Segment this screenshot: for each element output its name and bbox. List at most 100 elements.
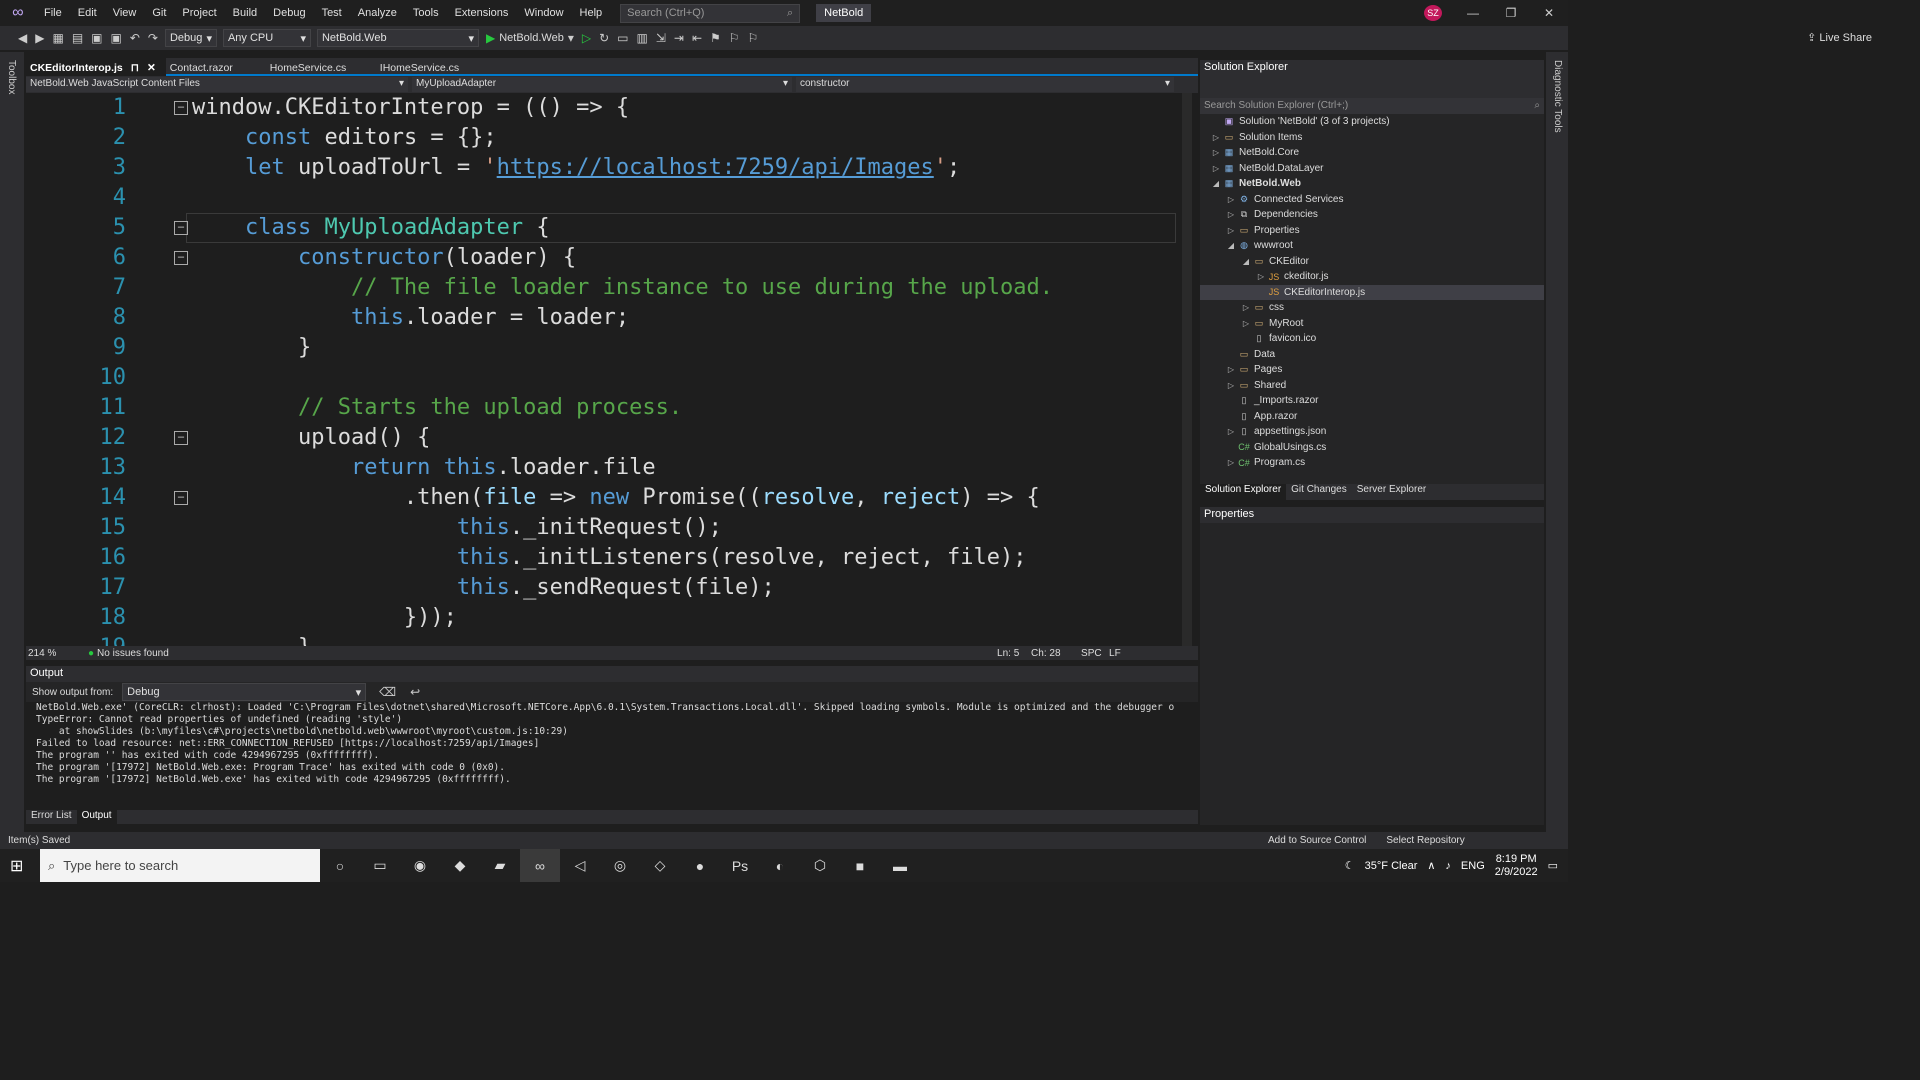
word-wrap-icon[interactable]: ↩ [410, 685, 420, 699]
code-line[interactable]: 11 // Starts the upload process. [26, 393, 1176, 423]
tree-item[interactable]: ▷ ▦ NetBold.Core [1200, 145, 1544, 161]
menu-tools[interactable]: Tools [405, 7, 447, 19]
outdent-icon[interactable]: ⇤ [692, 31, 702, 45]
output-line[interactable]: Failed to load resource: net::ERR_CONNEC… [26, 738, 1198, 750]
redo-icon[interactable]: ↷ [148, 31, 158, 45]
code-line[interactable]: 12− upload() { [26, 423, 1176, 453]
close-icon[interactable]: ✕ [147, 62, 156, 74]
collapse-icon[interactable]: − [174, 221, 188, 235]
code-line[interactable]: 15 this._initRequest(); [26, 513, 1176, 543]
tree-item[interactable]: JS CKEditorInterop.js [1200, 284, 1544, 300]
app-icon[interactable]: ⬡ [800, 849, 840, 882]
code-line[interactable]: 2 const editors = {}; [26, 123, 1176, 153]
collapse-icon[interactable]: − [174, 491, 188, 505]
tree-item[interactable]: ◢ ▦ NetBold.Web [1200, 176, 1544, 192]
code-line[interactable]: 14− .then(file => new Promise((resolve, … [26, 483, 1176, 513]
tree-item[interactable]: ▣ Solution 'NetBold' (3 of 3 projects) [1200, 114, 1544, 130]
visual-studio-logo-icon[interactable]: ∞ [0, 4, 36, 22]
run-without-debug-icon[interactable]: ▷ [582, 31, 591, 45]
tab-homeservice[interactable]: HomeService.cs [266, 58, 376, 76]
code-line[interactable]: 1− window.CKEditorInterop = (() => { [26, 93, 1176, 123]
visual-studio-icon[interactable]: ∞ [520, 849, 560, 882]
menu-analyze[interactable]: Analyze [350, 7, 405, 19]
vscode-icon[interactable]: ◁ [560, 849, 600, 882]
github-icon[interactable]: ◎ [600, 849, 640, 882]
tree-item[interactable]: ▷ ▦ NetBold.DataLayer [1200, 161, 1544, 177]
bookmark-prev-icon[interactable]: ⚐ [729, 31, 740, 45]
code-line[interactable]: 16 this._initListeners(resolve, reject, … [26, 543, 1176, 573]
windows-start-icon[interactable]: ⊞ [10, 856, 23, 876]
tab-git-changes[interactable]: Git Changes [1286, 484, 1352, 500]
expand-arrow-icon[interactable]: ▷ [1225, 226, 1237, 235]
code-line[interactable]: 3 let uploadToUrl = 'https://localhost:7… [26, 153, 1176, 183]
browser-link-icon[interactable]: ▭ [617, 31, 628, 45]
minimize-icon[interactable]: — [1454, 6, 1492, 20]
bookmark-next-icon[interactable]: ⚐ [748, 31, 759, 45]
menu-view[interactable]: View [105, 7, 145, 19]
tab-ckeditorinterop[interactable]: CKEditorInterop.js ⊓ ✕ [26, 58, 166, 76]
avatar[interactable]: SZ [1424, 5, 1442, 21]
tab-output[interactable]: Output [76, 810, 117, 824]
chrome-icon[interactable]: ◉ [400, 849, 440, 882]
undo-icon[interactable]: ↶ [130, 31, 140, 45]
clock-date[interactable]: 2/9/2022 [1495, 866, 1538, 879]
code-line[interactable]: 17 this._sendRequest(file); [26, 573, 1176, 603]
scope-dropdown[interactable]: MyUploadAdapter ▾ [412, 77, 792, 92]
code-line[interactable]: 7 // The file loader instance to use dur… [26, 273, 1176, 303]
menu-build[interactable]: Build [225, 7, 265, 19]
open-icon[interactable]: ▤ [72, 31, 83, 45]
step-icon[interactable]: ⇲ [656, 31, 666, 45]
tree-item[interactable]: ▷ ▭ Properties [1200, 223, 1544, 239]
clear-all-icon[interactable]: ⌫ [379, 685, 396, 699]
expand-arrow-icon[interactable]: ▷ [1240, 319, 1252, 328]
add-to-source-control-button[interactable]: Add to Source Control [1268, 835, 1366, 846]
code-line[interactable]: 6− constructor(loader) { [26, 243, 1176, 273]
tree-item[interactable]: ▷ ▭ css [1200, 300, 1544, 316]
tree-item[interactable]: ▭ Data [1200, 347, 1544, 363]
indent-mode[interactable]: SPC [1081, 648, 1109, 659]
code-line[interactable]: 18 })); [26, 603, 1176, 633]
diagnostic-tools-strip[interactable]: Diagnostic Tools [1546, 52, 1568, 832]
forward-icon[interactable]: ▶ [35, 31, 44, 45]
cortana-icon[interactable]: ○ [320, 849, 360, 882]
expand-arrow-icon[interactable]: ◢ [1210, 179, 1222, 188]
language-indicator[interactable]: ENG [1461, 860, 1485, 872]
menu-window[interactable]: Window [516, 7, 571, 19]
minecraft-icon[interactable]: ■ [840, 849, 880, 882]
run-icon[interactable]: ▶ [486, 31, 495, 45]
code-line[interactable]: 8 this.loader = loader; [26, 303, 1176, 333]
chevron-down-icon[interactable]: ▾ [568, 31, 574, 45]
solution-search-input[interactable]: Search Solution Explorer (Ctrl+;) ⌕ [1200, 98, 1544, 114]
vertical-scrollbar[interactable] [1182, 93, 1192, 646]
expand-arrow-icon[interactable]: ◢ [1225, 241, 1237, 250]
back-icon[interactable]: ◀ [18, 31, 27, 45]
menu-help[interactable]: Help [572, 7, 611, 19]
expand-arrow-icon[interactable]: ▷ [1255, 272, 1267, 281]
expand-arrow-icon[interactable]: ▷ [1225, 427, 1237, 436]
menu-git[interactable]: Git [144, 7, 174, 19]
menu-debug[interactable]: Debug [265, 7, 313, 19]
expand-arrow-icon[interactable]: ▷ [1240, 303, 1252, 312]
chevron-up-icon[interactable]: ∧ [1427, 859, 1435, 872]
code-line[interactable]: 5− class MyUploadAdapter { [26, 213, 1176, 243]
tree-item[interactable]: ▯ App.razor [1200, 409, 1544, 425]
expand-arrow-icon[interactable]: ▷ [1225, 458, 1237, 467]
photoshop-icon[interactable]: Ps [720, 849, 760, 882]
expand-arrow-icon[interactable]: ▷ [1225, 195, 1237, 204]
tree-item[interactable]: ▷ ⧉ Dependencies [1200, 207, 1544, 223]
close-icon[interactable]: ✕ [1530, 6, 1568, 20]
code-line[interactable]: 4 [26, 183, 1176, 213]
task-view-icon[interactable]: ▭ [360, 849, 400, 882]
platform-select[interactable]: Any CPU ▾ [222, 29, 311, 47]
expand-arrow-icon[interactable]: ▷ [1225, 381, 1237, 390]
indent-icon[interactable]: ⇥ [674, 31, 684, 45]
config-select[interactable]: Debug ▾ [164, 29, 217, 47]
code-line[interactable]: 13 return this.loader.file [26, 453, 1176, 483]
bookmark-icon[interactable]: ⚑ [710, 31, 721, 45]
tree-item[interactable]: ◢ ▭ CKEditor [1200, 254, 1544, 270]
toolbox-label[interactable]: Toolbox [0, 52, 17, 94]
menu-file[interactable]: File [36, 7, 70, 19]
new-project-icon[interactable]: ▦ [52, 31, 63, 45]
restore-icon[interactable]: ❐ [1492, 6, 1530, 20]
startup-project-select[interactable]: NetBold.Web ▾ [316, 29, 479, 47]
